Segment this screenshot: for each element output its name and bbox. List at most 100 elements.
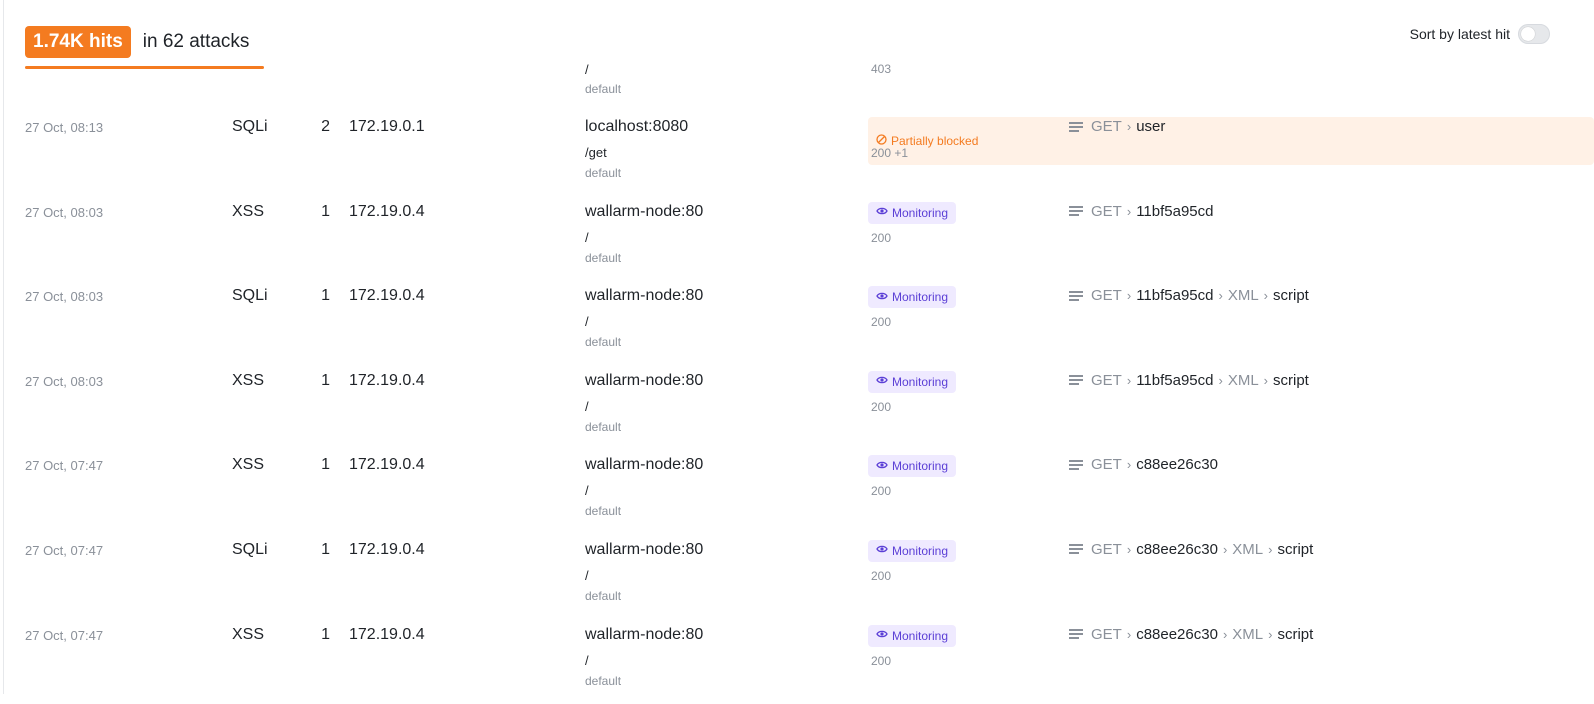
request-path: /: [585, 229, 589, 245]
path-segment: XML: [1232, 540, 1264, 558]
table-row[interactable]: 27 Oct, 07:47 SQLi 1 172.19.0.4 wallarm-…: [0, 535, 1594, 620]
source-ip[interactable]: 172.19.0.4: [349, 456, 425, 474]
status-label: Monitoring: [892, 205, 949, 220]
chevron-right-icon: ›: [1126, 203, 1132, 219]
request-method: GET: [1091, 625, 1122, 643]
request-lines-icon: [1069, 629, 1083, 640]
hits-summary[interactable]: 1.74K hits in 62 attacks: [25, 26, 249, 58]
application-name: default: [585, 419, 622, 434]
table-row-partial[interactable]: / 403 default: [0, 58, 1594, 98]
request-lines-icon: [1069, 121, 1083, 132]
path-segment: user: [1136, 118, 1166, 135]
application-name: default: [585, 673, 622, 688]
status-badge: Monitoring: [868, 539, 957, 562]
status-label: Monitoring: [892, 290, 949, 305]
path-segment: XML: [1227, 371, 1259, 389]
response-codes: 403: [871, 62, 892, 76]
path-segment: 11bf5a95cd: [1136, 202, 1214, 220]
table-row[interactable]: 27 Oct, 07:47 XSS 1 172.19.0.4 wallarm-n…: [0, 620, 1594, 704]
status-badge: Monitoring: [868, 201, 957, 224]
target-host[interactable]: wallarm-node:80: [585, 372, 703, 390]
path-segment: XML: [1227, 287, 1259, 305]
chevron-right-icon: ›: [1218, 372, 1223, 388]
hit-time: 27 Oct, 08:03: [25, 373, 104, 389]
chevron-right-icon: ›: [1126, 457, 1132, 473]
sort-toggle[interactable]: Sort by latest hit: [1410, 24, 1550, 44]
eye-icon: [876, 291, 888, 304]
request-parameter-path[interactable]: GET › c88ee26c30 › XML › script: [1069, 626, 1313, 643]
request-lines-icon: [1069, 290, 1083, 301]
chevron-right-icon: ›: [1222, 626, 1228, 642]
chevron-right-icon: ›: [1126, 541, 1132, 557]
attack-hits-table: 27 Oct, 08:13 SQLi 2 172.19.0.1 localhos…: [0, 112, 1594, 704]
target-host[interactable]: wallarm-node:80: [585, 541, 703, 559]
status-label: Monitoring: [892, 543, 949, 558]
application-name: default: [585, 335, 622, 350]
source-ip[interactable]: 172.19.0.4: [349, 372, 425, 390]
eye-icon: [876, 544, 888, 557]
table-row[interactable]: 27 Oct, 08:03 SQLi 1 172.19.0.4 wallarm-…: [0, 281, 1594, 366]
request-parameter-path[interactable]: GET › c88ee26c30 › XML › script: [1069, 541, 1313, 558]
source-ip[interactable]: 172.19.0.4: [349, 541, 425, 559]
status-badge: Monitoring: [868, 286, 957, 309]
target-host[interactable]: wallarm-node:80: [585, 456, 703, 474]
hits-count-badge[interactable]: 1.74K hits: [25, 26, 131, 58]
attack-type: SQLi: [232, 118, 268, 135]
hit-time: 27 Oct, 07:47: [25, 627, 104, 643]
response-codes: 200: [871, 568, 892, 583]
source-ip[interactable]: 172.19.0.4: [349, 287, 425, 305]
path-segment: script: [1273, 287, 1309, 305]
chevron-right-icon: ›: [1218, 288, 1223, 304]
application-name: default: [585, 250, 622, 265]
request-parameter-path[interactable]: GET › user: [1069, 118, 1165, 135]
target-host[interactable]: wallarm-node:80: [585, 203, 703, 221]
application-name: default: [585, 504, 622, 519]
status-badge: Monitoring: [868, 455, 957, 478]
target-host[interactable]: wallarm-node:80: [585, 626, 703, 644]
eye-icon: [876, 460, 888, 473]
switch-knob: [1521, 27, 1535, 41]
table-row[interactable]: 27 Oct, 07:47 XSS 1 172.19.0.4 wallarm-n…: [0, 450, 1594, 535]
request-parameter-path[interactable]: GET › 11bf5a95cd: [1069, 203, 1213, 220]
status-label: Monitoring: [892, 459, 949, 474]
path-segment: script: [1277, 540, 1314, 558]
table-row[interactable]: 27 Oct, 08:03 XSS 1 172.19.0.4 wallarm-n…: [0, 366, 1594, 451]
status-label: Monitoring: [892, 628, 949, 643]
request-parameter-path[interactable]: GET › c88ee26c30: [1069, 456, 1218, 473]
source-ip[interactable]: 172.19.0.4: [349, 203, 425, 221]
attack-type: XSS: [232, 625, 265, 643]
path-segment: c88ee26c30: [1136, 540, 1218, 558]
table-row[interactable]: 27 Oct, 08:03 XSS 1 172.19.0.4 wallarm-n…: [0, 197, 1594, 282]
attack-type: XSS: [232, 371, 265, 389]
table-row[interactable]: 27 Oct, 08:13 SQLi 2 172.19.0.1 localhos…: [0, 112, 1594, 197]
source-ip[interactable]: 172.19.0.4: [349, 626, 425, 644]
response-codes: 200 +1: [871, 146, 909, 160]
source-ip[interactable]: 172.19.0.1: [349, 118, 425, 136]
request-method: GET: [1091, 202, 1122, 220]
hit-count: 1: [321, 625, 330, 643]
request-parameter-path[interactable]: GET › 11bf5a95cd › XML › script: [1069, 372, 1309, 389]
status-badge: Partially blocked: [868, 117, 1594, 165]
sort-toggle-switch[interactable]: [1518, 24, 1550, 44]
attacks-count-label[interactable]: in 62 attacks: [143, 31, 250, 53]
attack-type: XSS: [232, 456, 265, 474]
path-segment: 11bf5a95cd: [1136, 371, 1214, 389]
target-host[interactable]: wallarm-node:80: [585, 287, 703, 305]
target-host[interactable]: localhost:8080: [585, 118, 688, 136]
chevron-right-icon: ›: [1263, 372, 1269, 388]
status-badge: Monitoring: [868, 370, 957, 393]
chevron-right-icon: ›: [1126, 372, 1132, 388]
hit-time: 27 Oct, 07:47: [25, 542, 104, 558]
hit-count: 1: [321, 540, 330, 558]
request-path: /: [585, 62, 589, 77]
request-path: /: [585, 483, 589, 499]
chevron-right-icon: ›: [1268, 541, 1273, 557]
hit-time: 27 Oct, 07:47: [25, 458, 104, 474]
application-name: default: [585, 82, 622, 96]
request-lines-icon: [1069, 459, 1083, 470]
request-parameter-path[interactable]: GET › 11bf5a95cd › XML › script: [1069, 287, 1309, 304]
response-codes: 200: [871, 653, 892, 668]
attack-type: SQLi: [232, 287, 268, 305]
request-method: GET: [1091, 371, 1122, 389]
request-lines-icon: [1069, 544, 1083, 555]
